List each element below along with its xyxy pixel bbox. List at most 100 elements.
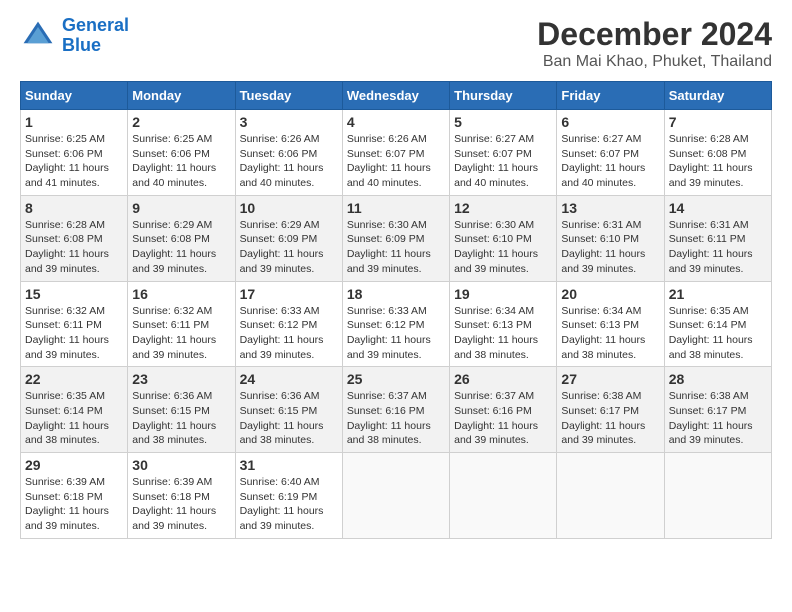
day-info: Sunrise: 6:27 AMSunset: 6:07 PMDaylight:…: [454, 132, 552, 191]
day-number: 19: [454, 286, 552, 302]
calendar-cell: 8 Sunrise: 6:28 AMSunset: 6:08 PMDaylight…: [21, 195, 128, 281]
calendar-week-2: 8 Sunrise: 6:28 AMSunset: 6:08 PMDaylight…: [21, 195, 772, 281]
day-info: Sunrise: 6:29 AMSunset: 6:08 PMDaylight:…: [132, 218, 230, 277]
day-number: 4: [347, 114, 445, 130]
day-info: Sunrise: 6:39 AMSunset: 6:18 PMDaylight:…: [25, 475, 123, 534]
logo: General Blue: [20, 16, 129, 56]
calendar-cell: 7 Sunrise: 6:28 AMSunset: 6:08 PMDaylight…: [664, 110, 771, 196]
day-number: 23: [132, 371, 230, 387]
calendar-week-3: 15 Sunrise: 6:32 AMSunset: 6:11 PMDayligh…: [21, 281, 772, 367]
calendar-cell: 19 Sunrise: 6:34 AMSunset: 6:13 PMDayligh…: [450, 281, 557, 367]
calendar-cell: 14 Sunrise: 6:31 AMSunset: 6:11 PMDayligh…: [664, 195, 771, 281]
calendar-cell: 22 Sunrise: 6:35 AMSunset: 6:14 PMDayligh…: [21, 367, 128, 453]
day-number: 11: [347, 200, 445, 216]
day-info: Sunrise: 6:38 AMSunset: 6:17 PMDaylight:…: [561, 389, 659, 448]
day-number: 9: [132, 200, 230, 216]
calendar-cell: [664, 453, 771, 539]
day-info: Sunrise: 6:32 AMSunset: 6:11 PMDaylight:…: [25, 304, 123, 363]
day-number: 5: [454, 114, 552, 130]
logo-text: General Blue: [62, 16, 129, 56]
day-info: Sunrise: 6:36 AMSunset: 6:15 PMDaylight:…: [132, 389, 230, 448]
day-number: 27: [561, 371, 659, 387]
day-info: Sunrise: 6:34 AMSunset: 6:13 PMDaylight:…: [454, 304, 552, 363]
calendar-table: SundayMondayTuesdayWednesdayThursdayFrid…: [20, 81, 772, 539]
day-number: 30: [132, 457, 230, 473]
calendar-cell: [342, 453, 449, 539]
calendar-cell: 30 Sunrise: 6:39 AMSunset: 6:18 PMDayligh…: [128, 453, 235, 539]
col-header-monday: Monday: [128, 82, 235, 110]
day-number: 18: [347, 286, 445, 302]
day-info: Sunrise: 6:40 AMSunset: 6:19 PMDaylight:…: [240, 475, 338, 534]
page-subtitle: Ban Mai Khao, Phuket, Thailand: [537, 53, 772, 71]
logo-line2: Blue: [62, 35, 101, 55]
day-number: 24: [240, 371, 338, 387]
calendar-cell: 2Sunrise: 6:25 AMSunset: 6:06 PMDaylight…: [128, 110, 235, 196]
calendar-cell: 25Sunrise: 6:37 AMSunset: 6:16 PMDayligh…: [342, 367, 449, 453]
day-info: Sunrise: 6:36 AMSunset: 6:15 PMDaylight:…: [240, 389, 338, 448]
calendar-week-5: 29 Sunrise: 6:39 AMSunset: 6:18 PMDayligh…: [21, 453, 772, 539]
day-info: Sunrise: 6:38 AMSunset: 6:17 PMDaylight:…: [669, 389, 767, 448]
calendar-cell: 5 Sunrise: 6:27 AMSunset: 6:07 PMDaylight…: [450, 110, 557, 196]
col-header-thursday: Thursday: [450, 82, 557, 110]
day-number: 28: [669, 371, 767, 387]
day-info: Sunrise: 6:33 AMSunset: 6:12 PMDaylight:…: [240, 304, 338, 363]
calendar-cell: 11 Sunrise: 6:30 AMSunset: 6:09 PMDayligh…: [342, 195, 449, 281]
day-info: Sunrise: 6:37 AMSunset: 6:16 PMDaylight:…: [454, 389, 552, 448]
calendar-cell: 10Sunrise: 6:29 AMSunset: 6:09 PMDayligh…: [235, 195, 342, 281]
day-info: Sunrise: 6:30 AMSunset: 6:09 PMDaylight:…: [347, 218, 445, 277]
col-header-wednesday: Wednesday: [342, 82, 449, 110]
day-info: Sunrise: 6:31 AMSunset: 6:11 PMDaylight:…: [669, 218, 767, 277]
calendar-cell: 21Sunrise: 6:35 AMSunset: 6:14 PMDayligh…: [664, 281, 771, 367]
day-info: Sunrise: 6:26 AMSunset: 6:07 PMDaylight:…: [347, 132, 445, 191]
calendar-cell: 29 Sunrise: 6:39 AMSunset: 6:18 PMDayligh…: [21, 453, 128, 539]
day-number: 12: [454, 200, 552, 216]
col-header-sunday: Sunday: [21, 82, 128, 110]
col-header-tuesday: Tuesday: [235, 82, 342, 110]
calendar-cell: 31Sunrise: 6:40 AMSunset: 6:19 PMDayligh…: [235, 453, 342, 539]
col-header-saturday: Saturday: [664, 82, 771, 110]
day-info: Sunrise: 6:32 AMSunset: 6:11 PMDaylight:…: [132, 304, 230, 363]
calendar-header-row: SundayMondayTuesdayWednesdayThursdayFrid…: [21, 82, 772, 110]
calendar-week-4: 22 Sunrise: 6:35 AMSunset: 6:14 PMDayligh…: [21, 367, 772, 453]
calendar-cell: 1 Sunrise: 6:25 AMSunset: 6:06 PMDaylight…: [21, 110, 128, 196]
title-block: December 2024 Ban Mai Khao, Phuket, Thai…: [537, 16, 772, 71]
calendar-cell: 15 Sunrise: 6:32 AMSunset: 6:11 PMDayligh…: [21, 281, 128, 367]
day-number: 8: [25, 200, 123, 216]
day-info: Sunrise: 6:39 AMSunset: 6:18 PMDaylight:…: [132, 475, 230, 534]
page-header: General Blue December 2024 Ban Mai Khao,…: [20, 16, 772, 71]
day-info: Sunrise: 6:30 AMSunset: 6:10 PMDaylight:…: [454, 218, 552, 277]
day-info: Sunrise: 6:31 AMSunset: 6:10 PMDaylight:…: [561, 218, 659, 277]
calendar-body: 1 Sunrise: 6:25 AMSunset: 6:06 PMDaylight…: [21, 110, 772, 539]
calendar-cell: 23 Sunrise: 6:36 AMSunset: 6:15 PMDayligh…: [128, 367, 235, 453]
day-info: Sunrise: 6:27 AMSunset: 6:07 PMDaylight:…: [561, 132, 659, 191]
day-number: 14: [669, 200, 767, 216]
calendar-cell: 17Sunrise: 6:33 AMSunset: 6:12 PMDayligh…: [235, 281, 342, 367]
day-number: 2: [132, 114, 230, 130]
day-number: 25: [347, 371, 445, 387]
calendar-cell: 13 Sunrise: 6:31 AMSunset: 6:10 PMDayligh…: [557, 195, 664, 281]
logo-line1: General: [62, 15, 129, 35]
day-number: 16: [132, 286, 230, 302]
day-number: 1: [25, 114, 123, 130]
calendar-cell: 26 Sunrise: 6:37 AMSunset: 6:16 PMDayligh…: [450, 367, 557, 453]
day-number: 13: [561, 200, 659, 216]
day-info: Sunrise: 6:28 AMSunset: 6:08 PMDaylight:…: [25, 218, 123, 277]
day-info: Sunrise: 6:35 AMSunset: 6:14 PMDaylight:…: [669, 304, 767, 363]
day-number: 29: [25, 457, 123, 473]
day-number: 22: [25, 371, 123, 387]
calendar-cell: 18Sunrise: 6:33 AMSunset: 6:12 PMDayligh…: [342, 281, 449, 367]
calendar-cell: 24 Sunrise: 6:36 AMSunset: 6:15 PMDayligh…: [235, 367, 342, 453]
day-info: Sunrise: 6:35 AMSunset: 6:14 PMDaylight:…: [25, 389, 123, 448]
day-number: 26: [454, 371, 552, 387]
col-header-friday: Friday: [557, 82, 664, 110]
calendar-cell: 12 Sunrise: 6:30 AMSunset: 6:10 PMDayligh…: [450, 195, 557, 281]
day-info: Sunrise: 6:25 AMSunset: 6:06 PMDaylight:…: [25, 132, 123, 191]
logo-icon: [20, 18, 56, 54]
calendar-cell: 27 Sunrise: 6:38 AMSunset: 6:17 PMDayligh…: [557, 367, 664, 453]
day-info: Sunrise: 6:28 AMSunset: 6:08 PMDaylight:…: [669, 132, 767, 191]
calendar-cell: 16 Sunrise: 6:32 AMSunset: 6:11 PMDayligh…: [128, 281, 235, 367]
day-number: 15: [25, 286, 123, 302]
day-number: 7: [669, 114, 767, 130]
calendar-cell: 20Sunrise: 6:34 AMSunset: 6:13 PMDayligh…: [557, 281, 664, 367]
day-number: 20: [561, 286, 659, 302]
